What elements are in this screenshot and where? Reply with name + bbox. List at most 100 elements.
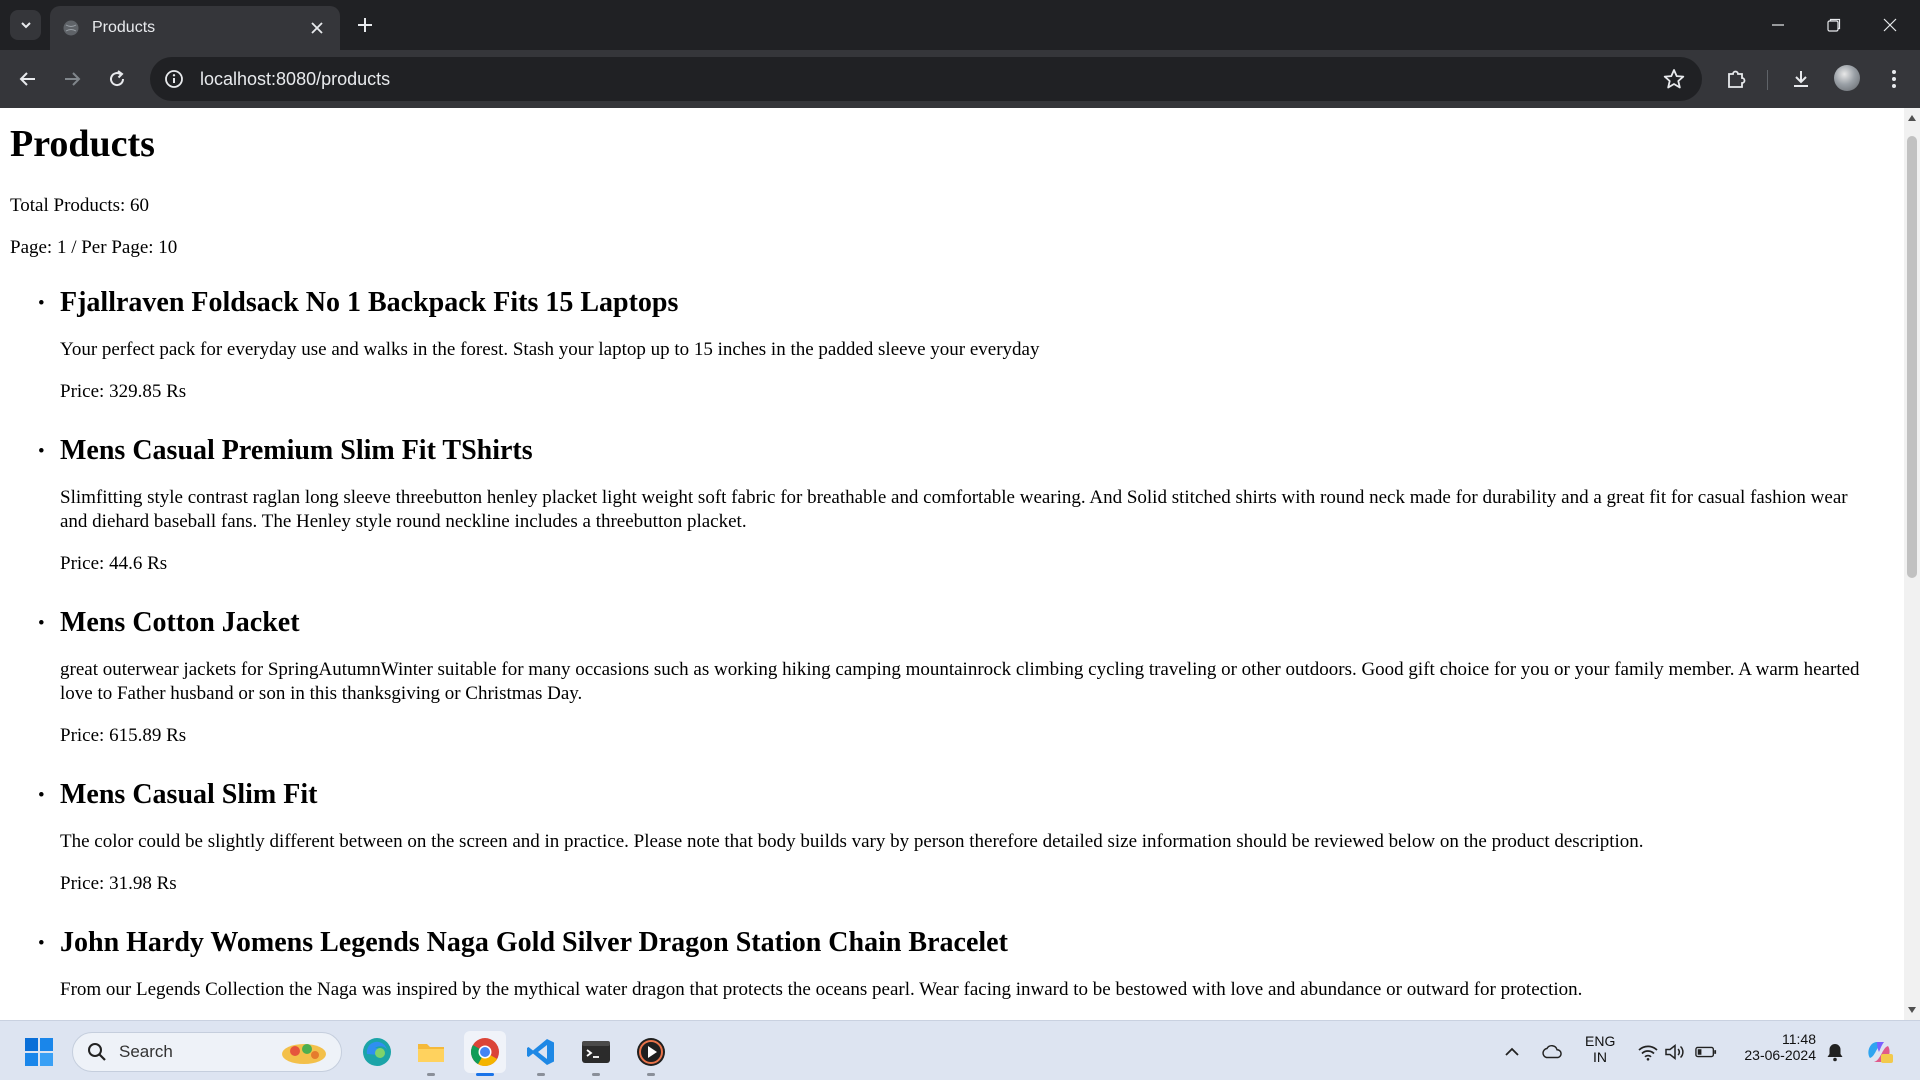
profile-avatar[interactable] [1834, 65, 1860, 91]
app-running-indicator [537, 1073, 545, 1076]
clock-time: 11:48 [1782, 1031, 1816, 1047]
bookmark-star-icon[interactable] [1662, 67, 1686, 91]
minimize-button[interactable] [1750, 0, 1806, 50]
pagination-text: Page: 1 / Per Page: 10 [10, 237, 178, 258]
extensions-button[interactable] [1720, 63, 1752, 95]
terminal-icon [582, 1041, 610, 1063]
tab-strip: Products [0, 0, 1920, 50]
bullet-icon: • [38, 441, 45, 462]
taskbar-media-player[interactable] [630, 1031, 672, 1076]
browser-toolbar: localhost:8080/products [0, 50, 1920, 108]
restore-button[interactable] [1806, 0, 1862, 50]
onedrive-cloud-icon[interactable] [1541, 1041, 1563, 1063]
product-name: Mens Casual Premium Slim Fit TShirts [60, 435, 533, 466]
product-name: Mens Casual Slim Fit [60, 779, 318, 810]
product-item: • John Hardy Womens Legends Naga Gold Si… [38, 926, 1864, 1002]
restore-icon [1827, 18, 1841, 32]
new-tab-button[interactable] [352, 12, 378, 38]
product-item: • Mens Cotton Jacket great outerwear jac… [38, 606, 1864, 748]
arrow-left-icon [19, 72, 35, 86]
app-running-indicator [592, 1073, 600, 1076]
product-name: Mens Cotton Jacket [60, 607, 300, 638]
product-price: Price: 44.6 Rs [60, 553, 168, 574]
copilot-icon[interactable] [1863, 1037, 1895, 1067]
bullet-icon: • [38, 613, 45, 634]
download-icon [1794, 71, 1808, 87]
search-placeholder: Search [119, 1042, 173, 1061]
minimize-icon [1772, 24, 1784, 26]
toolbar-divider [1767, 70, 1768, 90]
taskbar-search-box[interactable]: Search [72, 1032, 342, 1072]
close-icon [1883, 18, 1897, 32]
taskbar-file-explorer[interactable] [410, 1031, 452, 1076]
page-scrollbar[interactable] [1904, 108, 1920, 1020]
app-running-indicator [647, 1073, 655, 1076]
browser-tab[interactable]: Products [50, 6, 340, 50]
notification-bell-icon[interactable] [1824, 1041, 1846, 1063]
product-price: Price: 31.98 Rs [60, 873, 177, 894]
close-window-button[interactable] [1862, 0, 1918, 50]
app-running-indicator [427, 1073, 435, 1076]
search-icon [88, 1043, 106, 1061]
language-code: ENG [1585, 1033, 1616, 1049]
product-description: great outerwear jackets for SpringAutumn… [60, 659, 1860, 704]
page-viewport: Products Total Products: 60 Page: 1 / Pe… [0, 108, 1904, 1020]
chrome-menu-button[interactable] [1878, 63, 1910, 95]
taskbar-terminal[interactable] [575, 1031, 617, 1076]
tab-title: Products [92, 19, 156, 36]
forward-button[interactable] [56, 63, 88, 95]
puzzle-icon [1728, 70, 1746, 88]
taskbar-vscode[interactable] [520, 1031, 562, 1076]
edge-icon [363, 1038, 391, 1066]
product-name: Fjallraven Foldsack No 1 Backpack Fits 1… [60, 287, 679, 318]
back-button[interactable] [12, 63, 44, 95]
product-price: Price: 329.85 Rs [60, 381, 187, 402]
chevron-down-icon [20, 22, 31, 29]
product-list: • Fjallraven Foldsack No 1 Backpack Fits… [38, 286, 1864, 1020]
globe-icon [62, 19, 80, 37]
close-tab-icon[interactable] [306, 17, 328, 39]
scrollbar-thumb[interactable] [1907, 136, 1917, 578]
scroll-down-arrow-icon[interactable] [1904, 1002, 1920, 1018]
media-play-icon [637, 1038, 665, 1066]
clock[interactable]: 11:48 23-06-2024 [1730, 1031, 1816, 1063]
battery-icon[interactable] [1695, 1041, 1717, 1063]
region-code: IN [1593, 1049, 1607, 1065]
product-price: Price: 615.89 Rs [60, 725, 187, 746]
windows-start-button[interactable] [24, 1037, 54, 1067]
product-description: Slimfitting style contrast raglan long s… [60, 487, 1848, 532]
product-item: • Mens Casual Slim Fit The color could b… [38, 778, 1864, 896]
product-description: The color could be slightly different be… [60, 831, 1644, 852]
kebab-menu-icon [1892, 70, 1896, 88]
vscode-icon [527, 1039, 554, 1065]
taskbar-edge[interactable] [356, 1031, 398, 1073]
windows-logo-icon [25, 1038, 53, 1066]
language-indicator[interactable]: ENG IN [1585, 1033, 1615, 1065]
wifi-icon[interactable] [1637, 1041, 1659, 1063]
product-name: John Hardy Womens Legends Naga Gold Silv… [60, 927, 1008, 958]
chrome-icon [471, 1038, 499, 1066]
page-title: Products [10, 123, 155, 165]
address-bar[interactable]: localhost:8080/products [150, 57, 1702, 101]
reload-icon [110, 70, 125, 87]
reload-button[interactable] [101, 63, 133, 95]
taskbar: Search ENG IN 11:48 23-06-2024 [0, 1020, 1920, 1080]
arrow-right-icon [65, 72, 81, 86]
plus-icon [358, 18, 372, 32]
product-item: • Fjallraven Foldsack No 1 Backpack Fits… [38, 286, 1864, 404]
downloads-button[interactable] [1785, 63, 1817, 95]
volume-icon[interactable] [1664, 1041, 1686, 1063]
show-hidden-icons-chevron-up-icon[interactable] [1501, 1041, 1523, 1063]
taskbar-chrome[interactable] [464, 1031, 506, 1076]
tab-search-button[interactable] [10, 10, 41, 40]
scroll-up-arrow-icon[interactable] [1904, 110, 1920, 126]
total-products-text: Total Products: 60 [10, 195, 150, 216]
product-item: • Mens Casual Premium Slim Fit TShirts S… [38, 434, 1864, 576]
bullet-icon: • [38, 933, 45, 954]
site-info-icon[interactable] [162, 67, 186, 91]
search-highlight-icon [282, 1044, 326, 1064]
bullet-icon: • [38, 293, 45, 314]
bullet-icon: • [38, 785, 45, 806]
url-text: localhost:8080/products [200, 68, 391, 89]
product-description: From our Legends Collection the Naga was… [60, 979, 1583, 1000]
